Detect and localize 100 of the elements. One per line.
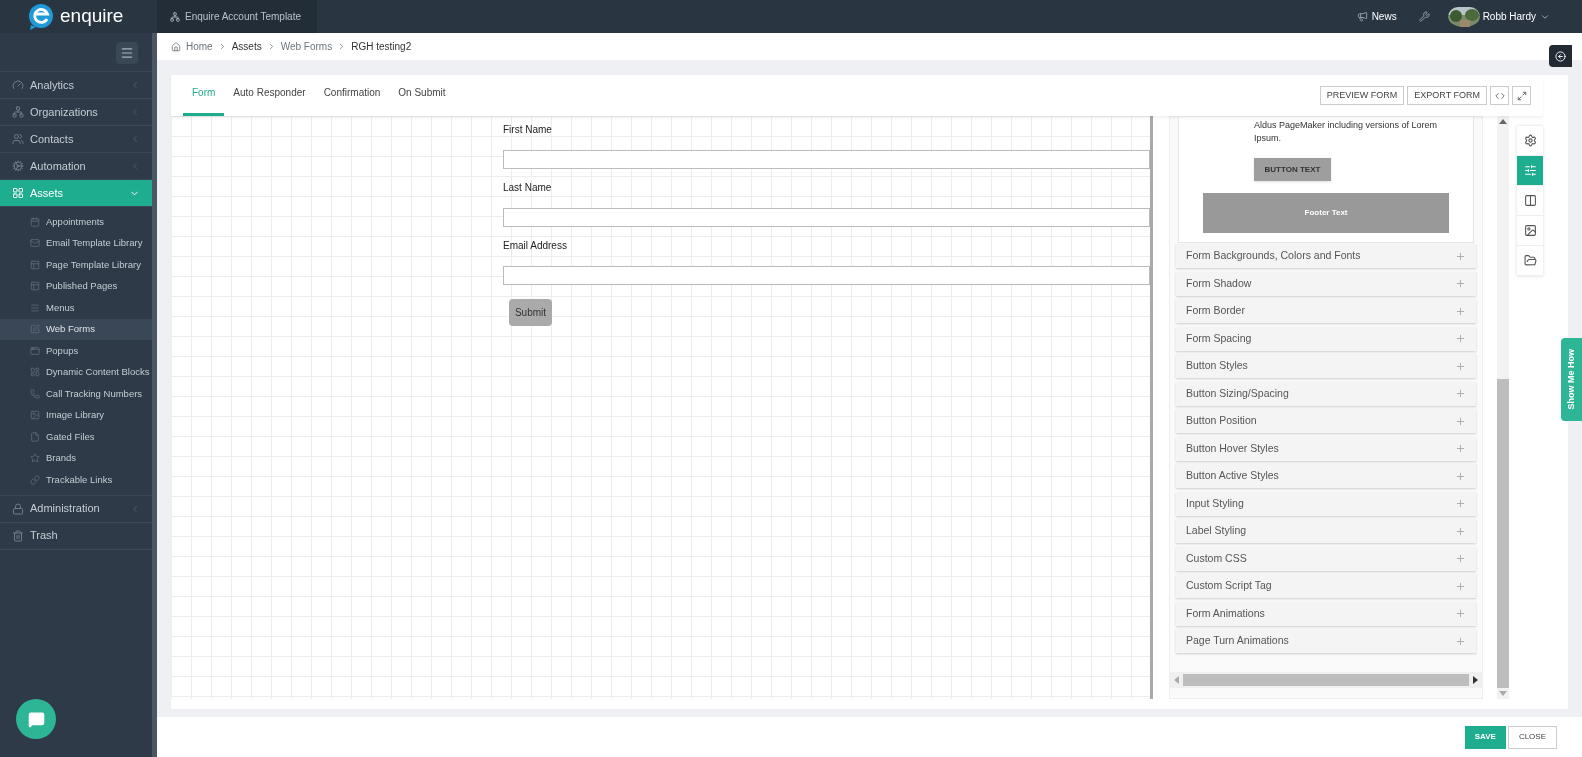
plus-icon <box>1455 278 1467 289</box>
menu-icon <box>120 46 134 60</box>
image-icon <box>1523 224 1537 237</box>
tab[interactable]: On Submit <box>389 85 455 116</box>
sidebar-subitem[interactable]: Brands <box>0 447 152 469</box>
news-link[interactable]: News <box>1356 9 1397 24</box>
field-label: Last Name <box>503 181 553 195</box>
accordion-section[interactable]: Label Styling <box>1176 519 1477 543</box>
text-input[interactable] <box>503 208 1150 227</box>
edit-icon <box>30 324 40 335</box>
sidebar-subitem[interactable]: Trackable Links <box>0 469 152 491</box>
chevron-left-icon <box>130 80 140 90</box>
chevron-left-icon <box>130 134 140 144</box>
plus-icon <box>1455 415 1467 427</box>
plus-icon <box>1455 333 1467 344</box>
accordion-section[interactable]: Button Hover Styles <box>1176 436 1477 461</box>
text-input[interactable] <box>503 266 1150 285</box>
plus-icon <box>1455 608 1467 619</box>
sidebar-subitem[interactable]: Menus <box>0 297 152 319</box>
arrow-left-icon <box>1555 50 1566 62</box>
accordion-section[interactable]: Form Spacing <box>1176 326 1477 351</box>
accordion-section[interactable]: Input Styling <box>1176 491 1477 516</box>
wrench-icon[interactable] <box>1418 11 1430 22</box>
calendar-icon <box>30 216 40 227</box>
accordion-section[interactable]: Form Shadow <box>1176 271 1477 296</box>
sidebar-subitem[interactable]: Published Pages <box>0 275 152 297</box>
plus-icon <box>1455 360 1467 372</box>
network-icon <box>170 11 180 22</box>
expand-icon <box>1516 90 1527 101</box>
settings-icon <box>1523 134 1537 147</box>
menu-toggle-button[interactable] <box>116 42 138 64</box>
preview-form-button[interactable]: PREVIEW FORM <box>1319 86 1405 105</box>
megaphone-icon <box>1356 11 1368 22</box>
breadcrumb-link[interactable]: Home <box>186 39 213 54</box>
plus-icon <box>1455 470 1467 482</box>
network-icon <box>12 106 24 118</box>
plus-icon <box>1455 250 1467 262</box>
accordion-section[interactable]: Custom Script Tag <box>1176 574 1477 598</box>
accordion-section[interactable]: Form Border <box>1176 299 1477 323</box>
user-name[interactable]: Robb Hardy <box>1482 9 1536 24</box>
account-switcher[interactable]: Enquire Account Template <box>157 0 317 33</box>
sidebar-subitem[interactable]: Page Template Library <box>0 254 152 276</box>
users-icon <box>12 133 24 145</box>
sidebar-subitem[interactable]: Web Forms <box>0 318 152 340</box>
accordion-section[interactable]: Form Animations <box>1176 601 1477 626</box>
panel-icon <box>30 281 40 292</box>
export-form-button[interactable]: EXPORT FORM <box>1407 86 1487 105</box>
plus-icon <box>1455 580 1467 592</box>
submit-button[interactable]: Submit <box>509 299 552 326</box>
sidebar-subitem[interactable]: Gated Files <box>0 426 152 448</box>
scroll-right-icon <box>1473 676 1479 684</box>
file-icon <box>30 431 40 442</box>
close-button[interactable]: CLOSE <box>1507 725 1557 749</box>
collapse-panel-button[interactable] <box>1549 45 1572 67</box>
link-icon <box>30 474 40 485</box>
sidebar-subitem[interactable]: Dynamic Content Blocks <box>0 361 152 383</box>
chevron-left-icon <box>130 161 140 171</box>
plus-icon <box>1455 553 1467 564</box>
accordion-section[interactable]: Button Styles <box>1176 354 1477 378</box>
window-icon <box>30 345 40 356</box>
chevron-left-icon <box>130 107 140 117</box>
cog-icon <box>12 160 24 172</box>
scroll-down-icon <box>1499 691 1508 696</box>
home-icon <box>171 41 181 52</box>
accordion-section[interactable]: Button Active Styles <box>1176 464 1477 488</box>
sidebar-subitem[interactable]: Call Tracking Numbers <box>0 383 152 405</box>
lock-icon <box>12 502 24 515</box>
sidebar-subitem[interactable]: Email Template Library <box>0 232 152 254</box>
footer-bar: Footer Text <box>1203 193 1450 233</box>
tab[interactable]: Auto Responder <box>224 85 315 116</box>
plus-icon <box>1455 388 1467 399</box>
plus-icon <box>1455 525 1467 537</box>
code-button[interactable] <box>1490 86 1509 105</box>
accordion-section[interactable]: Button Sizing/Spacing <box>1176 381 1477 406</box>
logo-icon <box>28 2 54 31</box>
sidebar-subitem[interactable]: Appointments <box>0 211 152 233</box>
folder-icon <box>1523 254 1537 267</box>
plus-icon <box>1455 635 1467 647</box>
fullscreen-button[interactable] <box>1512 86 1531 105</box>
plus-icon <box>1455 443 1467 454</box>
code-icon <box>1494 90 1505 101</box>
sidebar-subitem[interactable]: Image Library <box>0 404 152 426</box>
field-label: First Name <box>503 123 553 137</box>
preview-button[interactable]: BUTTON TEXT <box>1254 158 1331 181</box>
phone-icon <box>30 388 40 399</box>
chat-icon <box>27 710 45 728</box>
breadcrumb-link[interactable]: Assets <box>231 39 262 54</box>
text-input[interactable] <box>503 150 1150 169</box>
brand-name: enquire <box>60 4 124 29</box>
field-label: Email Address <box>503 239 568 253</box>
breadcrumb-link[interactable]: Web Forms <box>280 39 333 54</box>
breadcrumb-link[interactable]: RGH testing2 <box>351 39 412 54</box>
grid-icon <box>12 187 24 199</box>
envelope-icon <box>30 238 40 249</box>
accordion-section[interactable]: Custom CSS <box>1176 546 1477 571</box>
tab[interactable]: Confirmation <box>314 85 390 116</box>
accordion-section[interactable]: Page Turn Animations <box>1176 629 1477 653</box>
accordion-section[interactable]: Button Position <box>1176 409 1477 433</box>
sidebar-subitem[interactable]: Popups <box>0 340 152 362</box>
accordion-section[interactable]: Form Backgrounds, Colors and Fonts <box>1176 244 1477 268</box>
